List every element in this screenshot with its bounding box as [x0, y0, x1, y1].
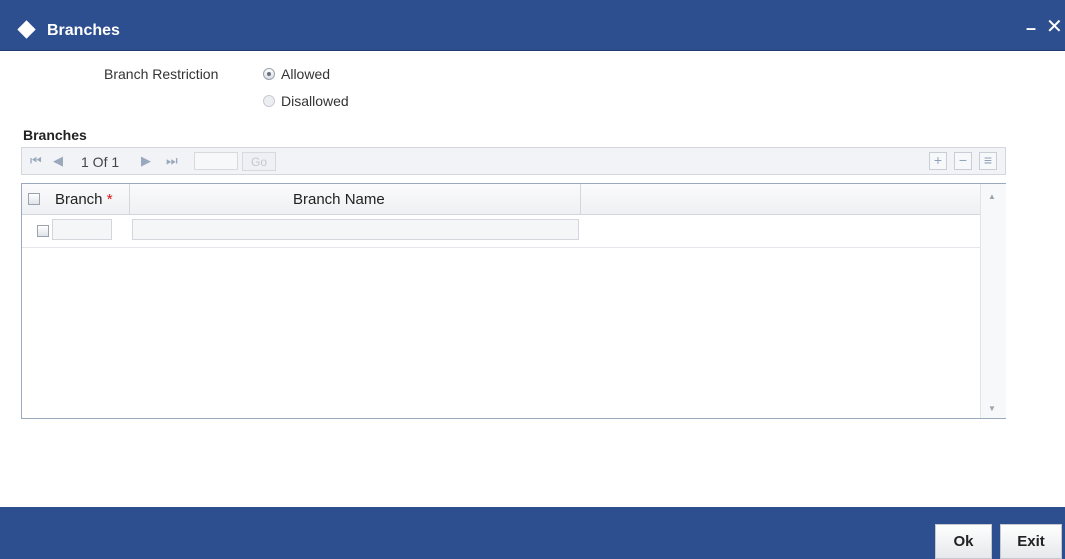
radio-allowed[interactable]: Allowed — [263, 66, 330, 82]
grid-toolbar: ⏮ ◀ 1 Of 1 ▶ ⏭ Go + − ≡ — [21, 147, 1006, 175]
single-view-icon[interactable]: ≡ — [979, 152, 997, 170]
page-number-input[interactable] — [194, 152, 238, 170]
branch-name-input[interactable] — [132, 219, 579, 240]
branches-grid: Branch * Branch Name ▲ ▼ — [21, 183, 1006, 419]
column-header-branch-label: Branch — [55, 191, 103, 208]
delete-row-icon[interactable]: − — [954, 152, 972, 170]
last-page-icon[interactable]: ⏭ — [166, 153, 178, 169]
scroll-down-icon[interactable]: ▼ — [988, 404, 996, 413]
branches-section-title: Branches — [23, 127, 87, 143]
column-header-branch-name[interactable]: Branch Name — [293, 191, 385, 208]
grid-scrollbar[interactable]: ▲ ▼ — [980, 184, 1006, 418]
title-bar: Branches – ✕ — [0, 0, 1065, 51]
scroll-up-icon[interactable]: ▲ — [988, 192, 996, 201]
column-separator — [580, 184, 581, 214]
table-row — [22, 215, 980, 248]
close-icon[interactable]: ✕ — [1046, 14, 1063, 39]
radio-disallowed[interactable]: Disallowed — [263, 93, 349, 109]
branch-restriction-label: Branch Restriction — [104, 66, 219, 82]
exit-button[interactable]: Exit — [1000, 524, 1062, 559]
radio-disallowed-indicator[interactable] — [263, 95, 275, 107]
prev-page-icon[interactable]: ◀ — [53, 153, 63, 169]
radio-allowed-indicator[interactable] — [263, 68, 275, 80]
diamond-icon — [17, 20, 36, 39]
row-checkbox[interactable] — [37, 225, 49, 237]
go-button[interactable]: Go — [242, 152, 276, 171]
grid-header: Branch * Branch Name — [22, 184, 980, 215]
required-marker: * — [106, 191, 113, 208]
first-page-icon[interactable]: ⏮ — [30, 153, 42, 169]
column-header-branch[interactable]: Branch * — [55, 191, 113, 208]
branch-code-input[interactable] — [52, 219, 112, 240]
page-indicator: 1 Of 1 — [81, 154, 120, 170]
radio-allowed-label: Allowed — [281, 66, 331, 82]
next-page-icon[interactable]: ▶ — [141, 153, 151, 169]
window-title: Branches — [47, 22, 120, 39]
add-row-icon[interactable]: + — [929, 152, 947, 170]
radio-disallowed-label: Disallowed — [281, 93, 349, 109]
footer-bar — [0, 507, 1065, 559]
ok-button[interactable]: Ok — [935, 524, 992, 559]
column-separator — [129, 184, 130, 214]
select-all-checkbox[interactable] — [28, 193, 40, 205]
minimize-icon[interactable]: – — [1026, 18, 1036, 39]
